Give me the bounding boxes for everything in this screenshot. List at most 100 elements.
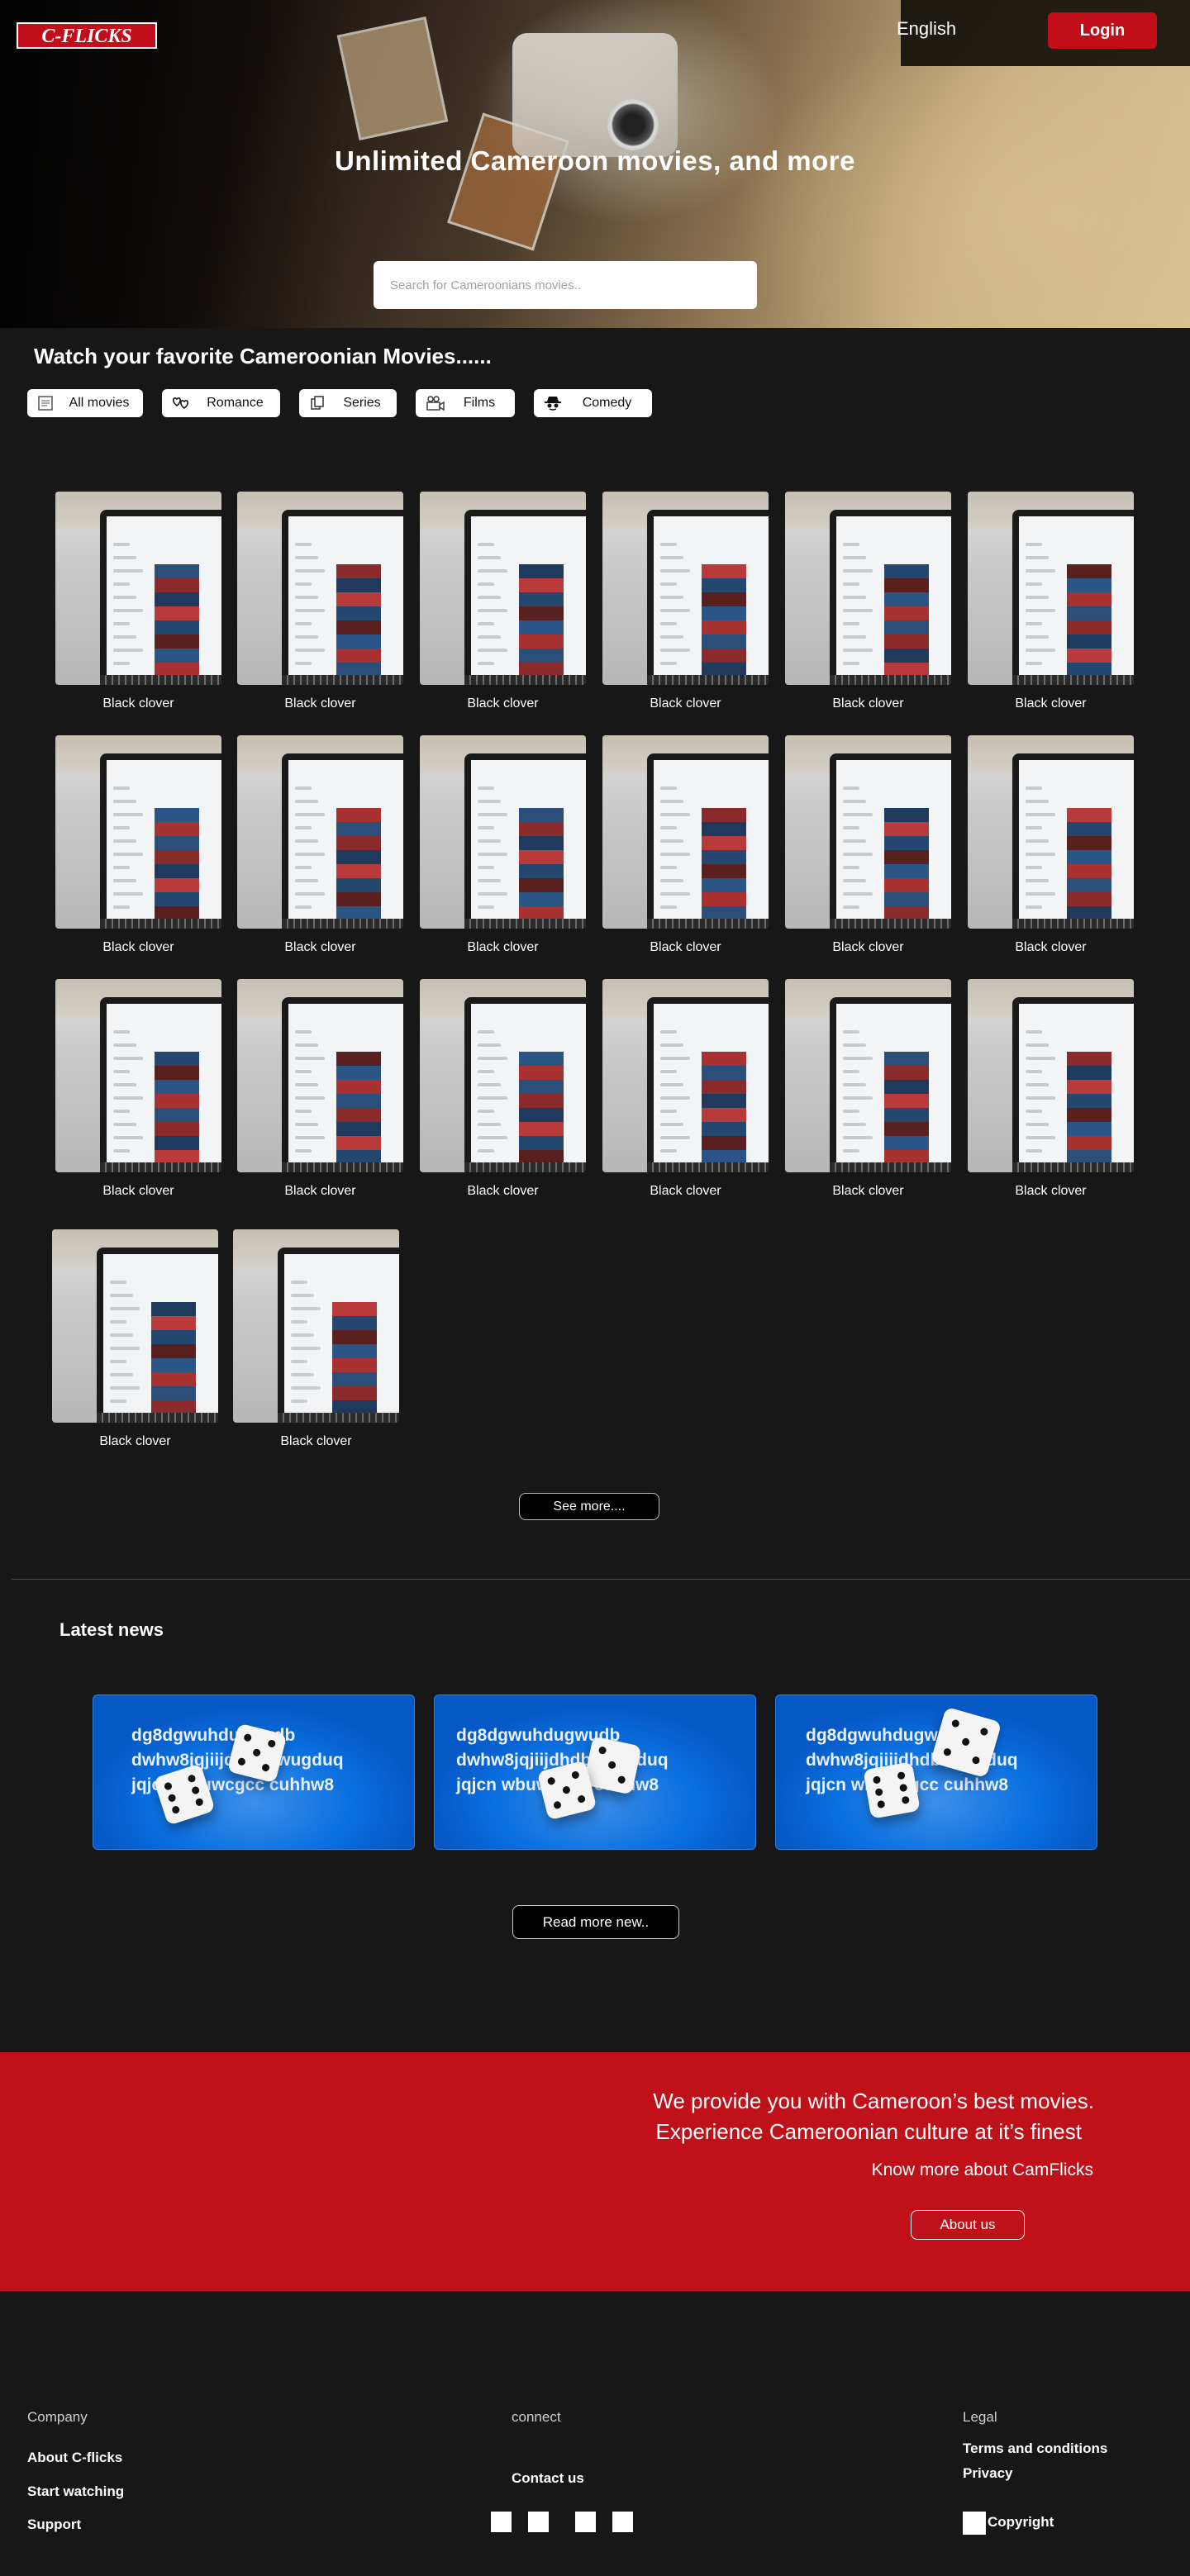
- screen-line: [1026, 649, 1055, 652]
- movie-card[interactable]: Black clover: [602, 979, 769, 1199]
- screen-line: [1026, 1030, 1042, 1034]
- laptop-keyboard: [830, 675, 951, 685]
- movie-thumbnail[interactable]: [968, 735, 1134, 929]
- social-icon-4[interactable]: [612, 2512, 633, 2532]
- movie-title[interactable]: Black clover: [55, 1184, 221, 1199]
- movie-thumbnail[interactable]: [968, 492, 1134, 685]
- footer-link-contact[interactable]: Contact us: [512, 2470, 584, 2487]
- dice-icon: [583, 1736, 642, 1795]
- screen-line: [660, 1110, 677, 1113]
- movie-card[interactable]: Black clover: [420, 735, 586, 955]
- movie-card[interactable]: Black clover: [785, 735, 951, 955]
- screen-line: [478, 1136, 507, 1139]
- movie-thumbnail[interactable]: [785, 492, 951, 685]
- screen-line: [660, 892, 690, 896]
- screen-line: [843, 866, 859, 869]
- screen-line: [295, 635, 318, 639]
- movie-card[interactable]: Black clover: [237, 735, 403, 955]
- movie-title[interactable]: Black clover: [420, 940, 586, 955]
- movie-title[interactable]: Black clover: [968, 940, 1134, 955]
- movie-card[interactable]: Black clover: [785, 979, 951, 1199]
- movie-title[interactable]: Black clover: [602, 696, 769, 711]
- screen-line: [113, 582, 130, 586]
- movie-card[interactable]: Black clover: [55, 735, 221, 955]
- screen-line: [295, 853, 325, 856]
- screen-line: [843, 892, 873, 896]
- movie-thumbnail[interactable]: [237, 492, 403, 685]
- screen-line: [295, 1136, 325, 1139]
- movie-thumbnail[interactable]: [602, 492, 769, 685]
- footer-link-about[interactable]: About C-flicks: [27, 2450, 122, 2466]
- movie-title[interactable]: Black clover: [602, 940, 769, 955]
- movie-title[interactable]: Black clover: [785, 940, 951, 955]
- footer-link-start-watching[interactable]: Start watching: [27, 2483, 124, 2500]
- screen-line: [113, 1070, 130, 1073]
- movie-title[interactable]: Black clover: [55, 696, 221, 711]
- movie-title[interactable]: Black clover: [237, 696, 403, 711]
- movie-title[interactable]: Black clover: [55, 940, 221, 955]
- screen-line: [291, 1281, 307, 1284]
- movie-thumbnail[interactable]: [55, 979, 221, 1172]
- movie-thumbnail[interactable]: [420, 979, 586, 1172]
- movie-title[interactable]: Black clover: [602, 1184, 769, 1199]
- movie-title[interactable]: Black clover: [420, 1184, 586, 1199]
- news-card[interactable]: dg8dgwuhdugwudb dwhw8jqjiijdhdbdwugduqjq…: [775, 1694, 1097, 1850]
- movie-card[interactable]: Black clover: [420, 979, 586, 1199]
- movie-thumbnail[interactable]: [785, 735, 951, 929]
- footer-link-terms[interactable]: Terms and conditions: [963, 2441, 1107, 2457]
- movie-card[interactable]: Black clover: [55, 979, 221, 1199]
- laptop-keyboard: [282, 919, 403, 929]
- movie-card[interactable]: Black clover: [52, 1229, 218, 1449]
- footer-link-privacy[interactable]: Privacy: [963, 2465, 1013, 2482]
- movie-title[interactable]: Black clover: [968, 696, 1134, 711]
- movie-card[interactable]: Black clover: [55, 492, 221, 711]
- movie-title[interactable]: Black clover: [237, 940, 403, 955]
- movie-card[interactable]: Black clover: [968, 492, 1134, 711]
- movie-card[interactable]: Black clover: [233, 1229, 399, 1449]
- news-card[interactable]: dg8dgwuhdugwudb dwhw8jqjiijdhdbdwugduqjq…: [93, 1694, 415, 1850]
- movie-card[interactable]: Black clover: [785, 492, 951, 711]
- movie-thumbnail[interactable]: [52, 1229, 218, 1423]
- movie-card[interactable]: Black clover: [602, 492, 769, 711]
- social-icon-3[interactable]: [575, 2512, 596, 2532]
- movie-card[interactable]: Black clover: [968, 979, 1134, 1199]
- movie-thumbnail[interactable]: [420, 492, 586, 685]
- movie-card[interactable]: Black clover: [602, 735, 769, 955]
- movie-title[interactable]: Black clover: [52, 1434, 218, 1449]
- see-more-button[interactable]: See more....: [519, 1493, 659, 1520]
- movie-thumbnail[interactable]: [968, 979, 1134, 1172]
- screen-line: [660, 543, 677, 546]
- movie-card[interactable]: Black clover: [237, 979, 403, 1199]
- movie-thumbnail[interactable]: [420, 735, 586, 929]
- movie-thumbnail[interactable]: [602, 979, 769, 1172]
- screen-line: [110, 1373, 133, 1376]
- movie-title[interactable]: Black clover: [237, 1184, 403, 1199]
- movie-thumbnail[interactable]: [785, 979, 951, 1172]
- movie-title[interactable]: Black clover: [420, 696, 586, 711]
- movie-thumbnail[interactable]: [237, 979, 403, 1172]
- movie-title[interactable]: Black clover: [785, 696, 951, 711]
- footer-link-support[interactable]: Support: [27, 2517, 81, 2533]
- read-more-news-button[interactable]: Read more new..: [512, 1905, 679, 1939]
- movie-card[interactable]: Black clover: [237, 492, 403, 711]
- screen-line: [843, 853, 873, 856]
- movie-thumbnail[interactable]: [55, 735, 221, 929]
- movie-thumbnail[interactable]: [237, 735, 403, 929]
- movie-title[interactable]: Black clover: [785, 1184, 951, 1199]
- movie-title[interactable]: Black clover: [233, 1434, 399, 1449]
- movie-thumbnail[interactable]: [233, 1229, 399, 1423]
- social-icon-1[interactable]: [491, 2512, 512, 2532]
- screen-line: [295, 866, 312, 869]
- movie-title[interactable]: Black clover: [968, 1184, 1134, 1199]
- screen-line: [478, 569, 507, 573]
- news-card[interactable]: dg8dgwuhdugwudb dwhw8jqjiijdhdbdwugduqjq…: [434, 1694, 756, 1850]
- screen-line: [843, 582, 859, 586]
- screen-line: [113, 1043, 136, 1047]
- movie-thumbnail[interactable]: [55, 492, 221, 685]
- movie-card[interactable]: Black clover: [420, 492, 586, 711]
- movie-thumbnail[interactable]: [602, 735, 769, 929]
- screen-line: [1026, 1043, 1049, 1047]
- about-us-button[interactable]: About us: [911, 2210, 1025, 2240]
- movie-card[interactable]: Black clover: [968, 735, 1134, 955]
- social-icon-2[interactable]: [528, 2512, 549, 2532]
